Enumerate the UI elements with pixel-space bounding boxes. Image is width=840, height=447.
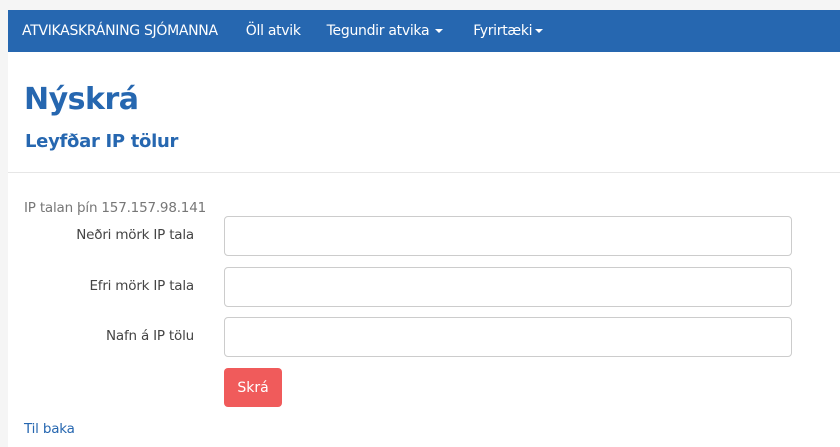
back-link[interactable]: Til baka bbox=[24, 421, 75, 437]
nav-item-label: Fyrirtæki bbox=[473, 23, 533, 39]
register-button[interactable]: Skrá bbox=[224, 368, 282, 407]
ip-address-note: IP talan þín 157.157.98.141 bbox=[24, 200, 206, 216]
nav-item-companies[interactable]: Fyrirtæki bbox=[473, 23, 544, 39]
page-title: Nýskrá bbox=[24, 82, 139, 117]
upper-ip-label: Efri mörk IP tala bbox=[89, 278, 194, 294]
caret-down-icon bbox=[535, 29, 544, 33]
page-container: ATVIKASKRÁNING SJÓMANNA Öll atvik Tegund… bbox=[8, 10, 840, 447]
top-navbar: ATVIKASKRÁNING SJÓMANNA Öll atvik Tegund… bbox=[8, 10, 840, 52]
form-row-upper-ip: Efri mörk IP tala bbox=[8, 267, 840, 307]
caret-down-icon bbox=[435, 29, 444, 33]
navbar-brand[interactable]: ATVIKASKRÁNING SJÓMANNA bbox=[22, 23, 218, 39]
ip-name-input[interactable] bbox=[224, 317, 792, 357]
nav-item-all-incidents[interactable]: Öll atvik bbox=[246, 23, 301, 39]
nav-item-label: Öll atvik bbox=[245, 23, 301, 39]
ip-name-label: Nafn á IP tölu bbox=[105, 328, 194, 344]
lower-ip-input[interactable] bbox=[224, 216, 792, 256]
divider bbox=[8, 172, 840, 173]
lower-ip-label: Neðri mörk IP tala bbox=[76, 227, 194, 243]
upper-ip-input[interactable] bbox=[224, 267, 792, 307]
nav-item-incident-types[interactable]: Tegundir atvika bbox=[327, 23, 444, 39]
page-subtitle: Leyfðar IP tölur bbox=[25, 131, 179, 152]
form-row-lower-ip: Neðri mörk IP tala bbox=[8, 216, 840, 256]
nav-item-label: Tegundir atvika bbox=[326, 23, 430, 39]
form-row-ip-name: Nafn á IP tölu bbox=[8, 317, 840, 357]
